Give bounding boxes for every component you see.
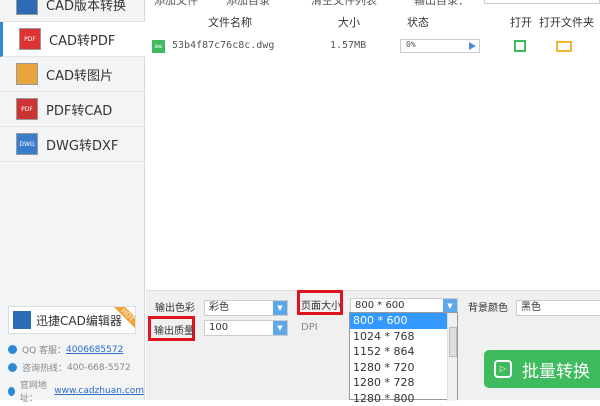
scroll-thumb[interactable] bbox=[449, 327, 457, 357]
sidebar-item-label: CAD版本转换 bbox=[46, 0, 126, 14]
hotline-value: 400-668-5572 bbox=[67, 363, 131, 373]
page-size-label: 页面大小 bbox=[301, 297, 341, 312]
qq-icon bbox=[8, 345, 17, 354]
file-list-area: 添加文件 添加目录 清空文件列表 输出目录： 文件名称 大小 状态 打开 打开文… bbox=[146, 0, 600, 290]
add-dir-button[interactable]: 添加目录 bbox=[226, 0, 270, 8]
add-file-button[interactable]: 添加文件 bbox=[154, 0, 198, 8]
cad-image-icon bbox=[16, 63, 38, 85]
site-link[interactable]: www.cadzhuan.com bbox=[54, 386, 144, 396]
sidebar-item-label: CAD转PDF bbox=[49, 30, 115, 49]
dropdown-scrollbar[interactable] bbox=[447, 313, 457, 401]
sidebar-item-dwg-dxf[interactable]: DWG DWG转DXF bbox=[0, 127, 145, 162]
phone-icon bbox=[8, 363, 17, 372]
site-label: 官网地址： bbox=[20, 378, 54, 404]
hotline-info: 咨询热线：400-668-5572 bbox=[8, 361, 131, 374]
qq-label: QQ 客服： bbox=[22, 343, 66, 356]
color-select[interactable]: 彩色 ▼ bbox=[204, 300, 288, 316]
quality-value: 100 bbox=[209, 322, 228, 333]
chevron-down-icon: ▼ bbox=[273, 301, 287, 315]
batch-convert-button[interactable]: ▷ 批量转换 bbox=[484, 350, 600, 388]
pdf-cad-icon: PDF bbox=[16, 98, 38, 120]
file-size: 1.57MB bbox=[330, 40, 366, 51]
sidebar-item-cad-image[interactable]: CAD转图片 bbox=[0, 57, 145, 92]
output-dir-input[interactable] bbox=[484, 0, 600, 4]
sidebar-item-cad-version[interactable]: CAD版本转换 bbox=[0, 0, 145, 22]
sidebar-item-label: CAD转图片 bbox=[46, 65, 113, 84]
file-name: 53b4f87c76c8c.dwg bbox=[172, 40, 274, 51]
chevron-down-icon: ▼ bbox=[443, 299, 457, 313]
quality-select[interactable]: 100 ▼ bbox=[204, 320, 288, 336]
page-size-value: 800 * 600 bbox=[355, 300, 405, 311]
color-label: 输出色彩 bbox=[155, 299, 195, 314]
header-open: 打开 bbox=[510, 14, 532, 30]
progress-text: 0% bbox=[406, 40, 416, 49]
option-1280x728[interactable]: 1280 * 728 bbox=[350, 375, 457, 391]
quality-label: 输出质量 bbox=[154, 322, 194, 337]
option-1152x864[interactable]: 1152 * 864 bbox=[350, 344, 457, 360]
chevron-down-icon: ▼ bbox=[273, 321, 287, 335]
bg-color-label: 背景颜色 bbox=[468, 299, 508, 314]
sidebar: CAD版本转换 PDF CAD转PDF CAD转图片 PDF PDF转CAD DWG… bbox=[0, 0, 145, 400]
sidebar-item-label: DWG转DXF bbox=[46, 135, 118, 154]
progress-bar: 0% bbox=[400, 39, 480, 53]
promo-label: 迅捷CAD编辑器 bbox=[36, 312, 122, 329]
color-value: 彩色 bbox=[209, 302, 229, 313]
cad-pdf-icon: PDF bbox=[19, 28, 41, 50]
output-dir-label: 输出目录： bbox=[414, 0, 469, 8]
dwg-file-icon: DWG bbox=[152, 40, 165, 53]
clear-list-button[interactable]: 清空文件列表 bbox=[311, 0, 377, 8]
header-filename: 文件名称 bbox=[208, 14, 252, 30]
qq-info: QQ 客服：4006685572 bbox=[8, 343, 123, 356]
sidebar-item-pdf-cad[interactable]: PDF PDF转CAD bbox=[0, 92, 145, 127]
bg-color-value: 黑色 bbox=[521, 302, 541, 313]
qq-link[interactable]: 4006685572 bbox=[66, 345, 123, 355]
header-open-folder: 打开文件夹 bbox=[539, 14, 594, 30]
play-icon[interactable] bbox=[469, 42, 476, 50]
toolbar: 添加文件 添加目录 清空文件列表 输出目录： bbox=[146, 0, 600, 6]
option-1024x768[interactable]: 1024 * 768 bbox=[350, 329, 457, 345]
page-size-dropdown: 800 * 600 1024 * 768 1152 * 864 1280 * 7… bbox=[349, 312, 458, 400]
sidebar-item-cad-pdf[interactable]: PDF CAD转PDF bbox=[0, 22, 145, 57]
bg-color-select[interactable]: 黑色 bbox=[516, 300, 600, 316]
hotline-label: 咨询热线： bbox=[22, 361, 67, 374]
option-1280x800[interactable]: 1280 * 800 bbox=[350, 391, 457, 406]
sidebar-item-label: PDF转CAD bbox=[46, 100, 112, 119]
header-size: 大小 bbox=[338, 14, 360, 30]
option-1280x720[interactable]: 1280 * 720 bbox=[350, 360, 457, 376]
batch-convert-label: 批量转换 bbox=[522, 357, 590, 382]
play-icon: ▷ bbox=[494, 360, 512, 378]
open-folder-icon[interactable] bbox=[556, 41, 572, 52]
open-file-icon[interactable] bbox=[514, 40, 526, 52]
site-info: 官网地址：www.cadzhuan.com bbox=[8, 378, 144, 404]
dpi-label: DPI bbox=[301, 322, 318, 333]
dwg-dxf-icon: DWG bbox=[16, 133, 38, 155]
promo-button[interactable]: 迅捷CAD编辑器 HOT bbox=[8, 306, 136, 334]
header-status: 状态 bbox=[407, 14, 429, 30]
option-800x600[interactable]: 800 * 600 bbox=[350, 313, 457, 329]
ie-icon bbox=[8, 387, 15, 396]
cad-editor-icon bbox=[13, 311, 31, 329]
cad-version-icon bbox=[16, 0, 38, 15]
